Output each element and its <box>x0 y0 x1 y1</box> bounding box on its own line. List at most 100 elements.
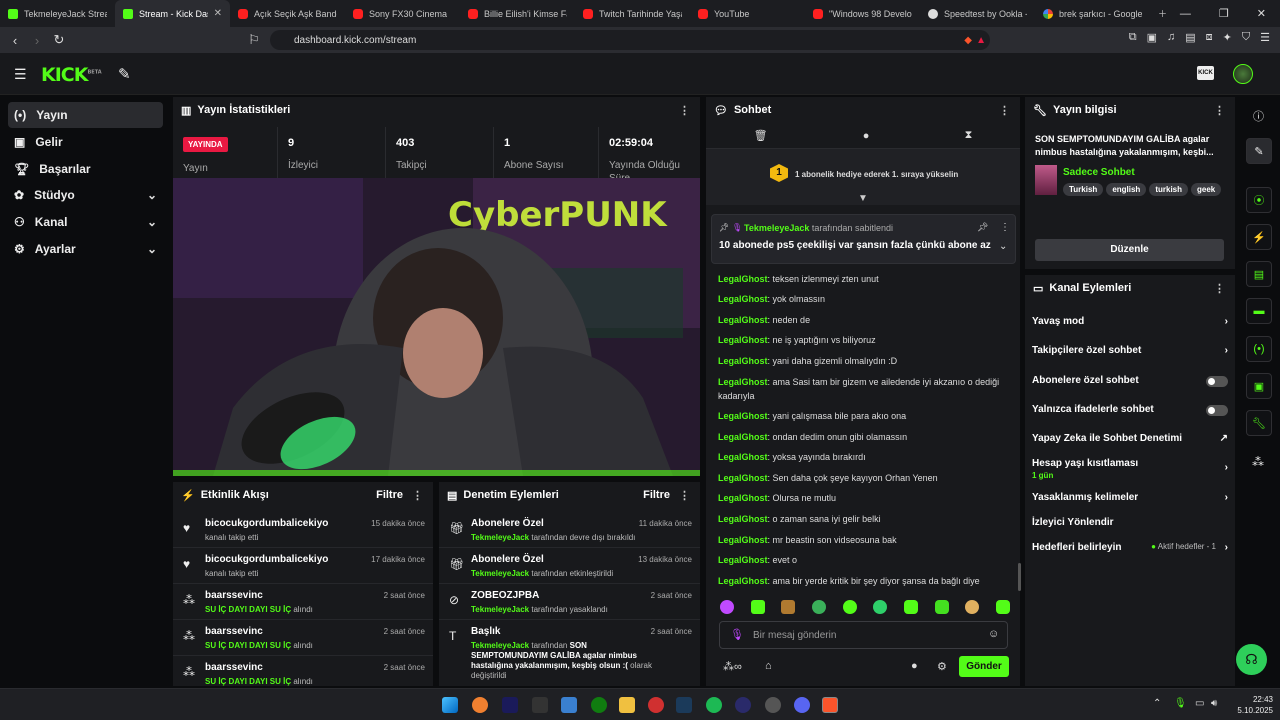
menu-icon[interactable]: ☰ <box>1260 31 1270 44</box>
tag[interactable]: turkish <box>1149 183 1188 196</box>
emotes-only-toggle[interactable] <box>1206 405 1228 416</box>
chevron-down-icon[interactable]: ⌄ <box>999 241 1007 252</box>
sidebar-item-kanal[interactable]: ⚇ Kanal ⌄ <box>8 209 163 235</box>
reload-icon[interactable]: ↻ <box>48 32 70 48</box>
vpn-icon[interactable]: ⛉ <box>1242 31 1250 44</box>
broadcast-icon[interactable]: (•) <box>1246 336 1272 362</box>
tag[interactable]: english <box>1106 183 1147 196</box>
lightning-icon[interactable]: ⚡ <box>1246 224 1272 250</box>
emoji-icon[interactable]: ☺ <box>988 628 999 640</box>
chat-input[interactable]: 🎙︎ Bir mesaj gönderin ☺ <box>719 621 1008 649</box>
browser-tab[interactable]: YouTube <box>690 0 805 27</box>
emote-icon[interactable] <box>781 600 796 614</box>
info-icon[interactable]: ⓘ <box>1253 108 1264 124</box>
epic-icon[interactable] <box>532 697 548 713</box>
emote-icon[interactable] <box>750 600 765 614</box>
browser-tab[interactable]: Sony FX30 Cinema <box>345 0 460 27</box>
kick-points-icon[interactable]: ⁂ <box>1252 455 1264 469</box>
browser-tab[interactable]: Billie Eilish'i Kimse Fark <box>460 0 575 27</box>
category-link[interactable]: Sadece Sohbet <box>1063 167 1135 178</box>
folder-icon[interactable] <box>619 697 635 713</box>
spotify-icon[interactable] <box>706 697 722 713</box>
stream-preview[interactable]: CyberPUNK <box>173 178 700 476</box>
unpin-icon[interactable]: 📌︎ <box>977 222 988 233</box>
filter-button[interactable]: Filtre <box>376 489 403 501</box>
sidebar-item-gelir[interactable]: ▣ Gelir <box>8 129 163 155</box>
new-tab-button[interactable]: ＋ <box>1150 0 1174 27</box>
browser-tab-active[interactable]: Stream - Kick Dash✕ <box>115 0 230 27</box>
discord-icon[interactable] <box>794 697 810 713</box>
send-button[interactable]: Gönder <box>959 656 1009 677</box>
forward-icon[interactable]: › <box>26 33 48 48</box>
browser-tab[interactable]: Açık Seçik Aşk Bandosu <box>230 0 345 27</box>
clock[interactable]: 22:43 5.10.2025 <box>1233 694 1273 716</box>
more-options-icon[interactable]: ⋮ <box>1000 222 1010 233</box>
brave-icon[interactable] <box>822 697 838 713</box>
browser-tab[interactable]: TekmeleyeJack Stream <box>0 0 115 27</box>
broom-icon[interactable]: ✎ <box>118 65 131 83</box>
redirect-viewers-row[interactable]: İzleyici Yönlendir <box>1032 517 1228 528</box>
screen-capture-icon[interactable]: ⦿ <box>1246 187 1272 213</box>
edit-layout-icon[interactable]: ✎ <box>1246 138 1272 164</box>
browser-tab[interactable]: brek şarkıcı - Google'da <box>1035 0 1150 27</box>
sidebar-item-studyo[interactable]: ✿ Stüdyo ⌄ <box>8 182 163 208</box>
mic-icon[interactable]: 🎙︎ <box>730 628 744 641</box>
restore-icon[interactable]: ❐ <box>1219 7 1229 20</box>
chat-bubble-icon[interactable]: ● <box>863 130 870 142</box>
sidebar-item-yayin[interactable]: (•) Yayın <box>8 102 163 128</box>
browser-tab[interactable]: "Windows 98 Develop <box>805 0 920 27</box>
app-icon[interactable] <box>648 697 664 713</box>
url-field[interactable]: dashboard.kick.com/stream ◆ ▲ <box>270 30 990 50</box>
chat-bubble-icon[interactable]: ▬ <box>1246 298 1272 324</box>
sidebar-item-basarilar[interactable]: 🏆︎ Başarılar <box>8 156 163 182</box>
avatar[interactable] <box>1233 64 1253 84</box>
app-icon[interactable] <box>735 697 751 713</box>
minimize-icon[interactable]: — <box>1180 8 1191 20</box>
brave-shield-icon[interactable]: ◆ <box>964 35 972 46</box>
back-icon[interactable]: ‹ <box>4 33 26 48</box>
sidebar-icon[interactable]: ▤ <box>1185 31 1195 44</box>
more-options-icon[interactable]: ⋮ <box>1214 104 1225 117</box>
subs-only-toggle[interactable] <box>1206 376 1228 387</box>
browser-tab[interactable]: Speedtest by Ookla - T <box>920 0 1035 27</box>
card-icon[interactable]: ▣ <box>1246 373 1272 399</box>
emote-icon[interactable] <box>873 600 888 614</box>
tray-chevron-icon[interactable]: ⌃ <box>1153 698 1161 709</box>
ai-moderation-row[interactable]: Yapay Zeka ile Sohbet Denetimi ↗ <box>1032 433 1228 444</box>
hourglass-icon[interactable]: ⧗ <box>965 129 973 142</box>
slow-mode-row[interactable]: Yavaş mod › <box>1032 316 1228 327</box>
screenshot-icon[interactable]: ⧈ <box>1206 31 1213 44</box>
emote-icon[interactable] <box>720 600 734 614</box>
wallet-icon[interactable]: ▣ <box>1147 31 1157 44</box>
browser-tab[interactable]: Twitch Tarihinde Yaşanan <box>575 0 690 27</box>
more-options-icon[interactable]: ⋮ <box>1214 282 1225 295</box>
banned-words-row[interactable]: Yasaklanmış kelimeler › <box>1032 492 1228 503</box>
chat-scrollbar[interactable] <box>1018 563 1021 591</box>
gear-icon[interactable]: ⚙ <box>937 660 947 673</box>
emote-icon[interactable] <box>903 600 918 614</box>
more-options-icon[interactable]: ⋮ <box>679 489 690 502</box>
emote-icon[interactable] <box>965 600 980 614</box>
support-headset-icon[interactable]: ☊ <box>1236 644 1267 675</box>
app-icon[interactable] <box>765 697 781 713</box>
brave-rewards-icon[interactable]: ▲ <box>976 35 986 46</box>
close-window-icon[interactable]: ✕ <box>1257 7 1266 20</box>
tag[interactable]: geek <box>1191 183 1222 196</box>
emote-icon[interactable] <box>934 600 949 614</box>
kick-mini-logo-icon[interactable]: KICK <box>1197 66 1214 80</box>
expand-icon[interactable]: ▼ <box>858 193 868 204</box>
wrench-icon[interactable]: 🔧︎ <box>1246 410 1272 436</box>
windows-start-icon[interactable] <box>442 697 458 713</box>
account-age-row[interactable]: Hesap yaşı kısıtlaması › 1 gün <box>1032 458 1228 480</box>
app-icon[interactable] <box>472 697 488 713</box>
music-icon[interactable]: ♫ <box>1167 31 1175 44</box>
kick-logo[interactable]: KICKBETA <box>41 64 102 86</box>
trash-icon[interactable]: 🗑︎ <box>754 129 768 142</box>
close-tab-icon[interactable]: ✕ <box>214 8 222 19</box>
emote-icon[interactable] <box>811 600 826 614</box>
emote-icon[interactable] <box>842 600 857 614</box>
network-icon[interactable]: ▭ <box>1195 698 1204 709</box>
bookmark-icon[interactable]: ⚐ <box>243 32 265 48</box>
chat-users-icon[interactable]: ● <box>911 660 918 672</box>
volume-icon[interactable]: 🔊︎ <box>1211 698 1217 709</box>
